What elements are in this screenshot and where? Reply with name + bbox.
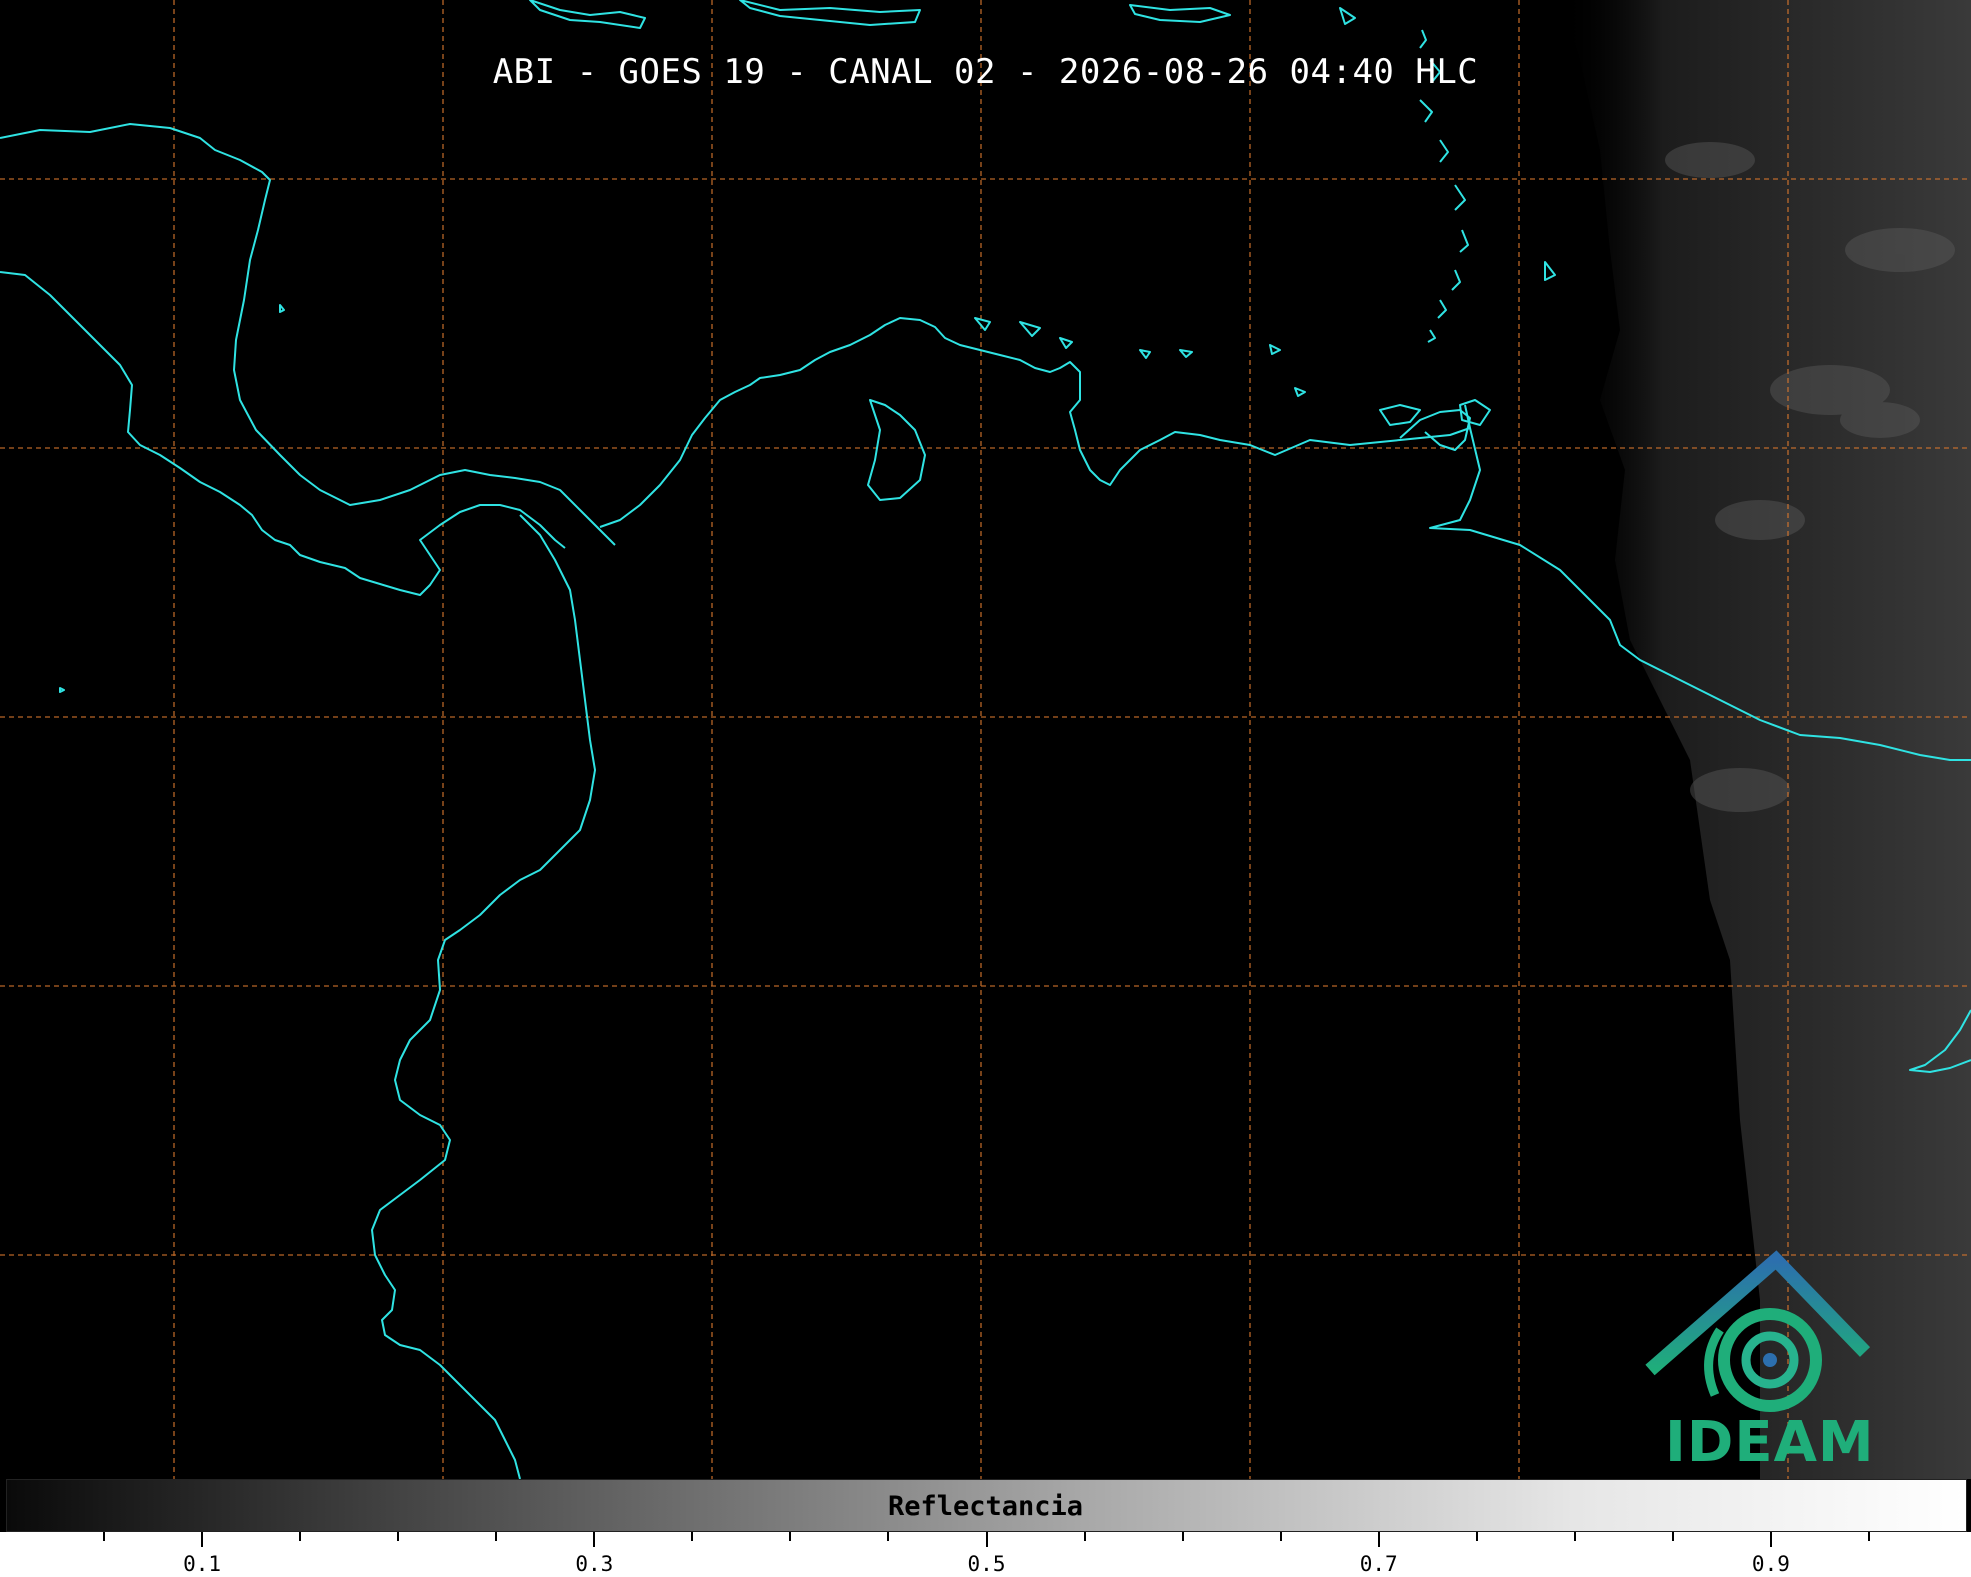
colorbar-major-tick (593, 1532, 596, 1547)
colorbar-major-tick (1769, 1532, 1772, 1547)
colorbar-minor-tick (1083, 1532, 1086, 1541)
colorbar-major-tick (985, 1532, 988, 1547)
colorbar-label: Reflectancia (887, 1491, 1084, 1522)
colorbar-minor-tick (691, 1532, 694, 1541)
colorbar-major-tick (1377, 1532, 1380, 1547)
colorbar-minor-tick (1573, 1532, 1576, 1541)
colorbar-minor-tick (299, 1532, 302, 1541)
colorbar-minor-tick (495, 1532, 498, 1541)
ideam-logo-text: IDEAM (1665, 1410, 1875, 1475)
colorbar-tick-label: 0.1 (183, 1552, 222, 1576)
map-title: ABI - GOES 19 - CANAL 02 - 2026-08-26 04… (492, 52, 1479, 92)
colorbar-minor-tick (397, 1532, 400, 1541)
colorbar-minor-tick (789, 1532, 792, 1541)
colorbar-minor-tick (103, 1532, 106, 1541)
colorbar-minor-tick (1181, 1532, 1184, 1541)
colorbar-tick-label: 0.5 (967, 1552, 1006, 1576)
colorbar-minor-tick (1475, 1532, 1478, 1541)
colorbar-tick-label: 0.3 (575, 1552, 614, 1576)
colorbar-major-tick (201, 1532, 204, 1547)
colorbar-minor-tick (1867, 1532, 1870, 1541)
satellite-map (0, 0, 1971, 1480)
colorbar-minor-tick (1279, 1532, 1282, 1541)
colorbar-tick-label: 0.7 (1359, 1552, 1398, 1576)
colorbar-minor-tick (1671, 1532, 1674, 1541)
colorbar-axis: 0.1 0.3 0.5 0.7 0.9 (0, 1532, 1971, 1577)
colorbar-minor-tick (887, 1532, 890, 1541)
colorbar-tick-label: 0.9 (1751, 1552, 1790, 1576)
